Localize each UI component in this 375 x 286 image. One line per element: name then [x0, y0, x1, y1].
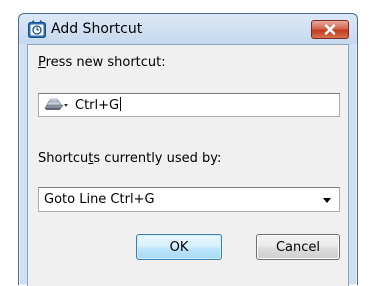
shortcut-usage-selected: Goto Line Ctrl+G: [44, 192, 155, 207]
shortcut-input-value: Ctrl+G: [75, 97, 122, 113]
used-by-label-start: Shortcu: [38, 151, 89, 166]
cancel-button[interactable]: Cancel: [256, 234, 340, 260]
shortcut-usage-select[interactable]: Goto Line Ctrl+G: [38, 187, 340, 212]
press-new-shortcut-label-text: ress new shortcut:: [45, 55, 166, 70]
dialog-title: Add Shortcut: [51, 21, 143, 37]
keyboard-key-dropdown-icon[interactable]: [43, 97, 71, 113]
app-icon: [28, 20, 46, 38]
dialog-body: Press new shortcut: Ctrl+G Shortcuts cur…: [27, 44, 349, 286]
shortcuts-used-by-label: Shortcuts currently used by:: [38, 151, 221, 166]
close-x-icon: [324, 24, 336, 35]
press-new-shortcut-label: Press new shortcut:: [38, 55, 166, 70]
mnemonic-p: P: [38, 55, 46, 70]
shortcut-value-text: Ctrl+G: [75, 98, 120, 113]
close-button[interactable]: [311, 20, 349, 39]
shortcut-input[interactable]: Ctrl+G: [38, 93, 340, 117]
title-bar[interactable]: Add Shortcut: [19, 14, 357, 44]
used-by-label-end: s currently used by:: [93, 151, 222, 166]
chevron-down-icon[interactable]: [323, 198, 331, 203]
text-caret: [120, 97, 122, 111]
ok-button[interactable]: OK: [136, 234, 222, 260]
add-shortcut-dialog: Add Shortcut Press new shortcut: Ctrl+G …: [18, 13, 358, 286]
